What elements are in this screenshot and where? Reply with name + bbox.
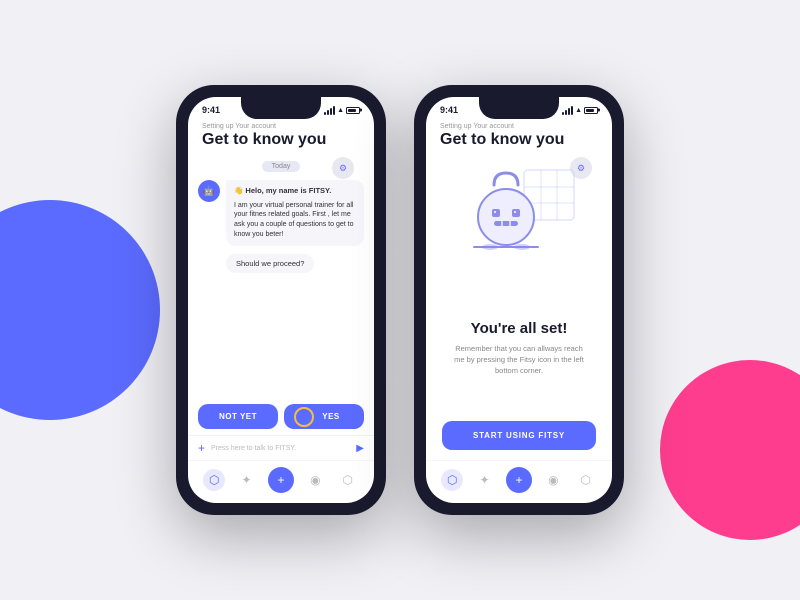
chat-buttons: NOT YET YES <box>188 398 374 435</box>
subtitle-1: Setting up Your account <box>202 123 360 130</box>
nav-dumbbell-2[interactable]: ⬡ <box>441 469 463 491</box>
nav-plus-1[interactable]: + <box>268 467 294 493</box>
bottom-nav-1: ⬡ ✦ + ◉ ⬡ <box>188 460 374 503</box>
date-badge: Today <box>262 161 301 172</box>
send-icon[interactable]: ▶ <box>356 443 364 454</box>
settings-icon-1[interactable]: ⚙ <box>332 157 354 179</box>
complete-title: You're all set! <box>449 320 589 337</box>
blob-blue <box>0 200 160 420</box>
proceed-bubble: Should we proceed? <box>226 254 314 273</box>
screen-2: 9:41 ▲ Setting up Your account <box>426 97 612 503</box>
nav-plus-2[interactable]: + <box>506 467 532 493</box>
nav-bottle-2[interactable]: ◉ <box>542 469 564 491</box>
notch-1 <box>241 97 321 119</box>
yes-button[interactable]: YES <box>284 404 364 429</box>
nav-barbell-2[interactable]: ✦ <box>474 469 496 491</box>
chat-message-greeting: 🤖 👋 Helo, my name is FITSY. I am your vi… <box>198 180 364 246</box>
bottom-nav-2: ⬡ ✦ + ◉ ⬡ <box>426 460 612 503</box>
complete-desc: Remember that you can allways reach me b… <box>449 343 589 377</box>
chat-content: Today 🤖 👋 Helo, my name is FITSY. I am y… <box>188 155 374 398</box>
wifi-icon: ▲ <box>337 107 344 114</box>
status-icons-2: ▲ <box>562 106 598 115</box>
complete-text-group: You're all set! Remember that you can al… <box>449 320 589 377</box>
subtitle-2: Setting up Your account <box>440 123 598 130</box>
notch-2 <box>479 97 559 119</box>
not-yet-button[interactable]: NOT YET <box>198 404 278 429</box>
add-icon[interactable]: + <box>198 441 205 455</box>
yes-ring <box>294 407 314 427</box>
yes-label: YES <box>322 412 340 421</box>
signal-icon <box>324 106 335 115</box>
phones-container: 9:41 ▲ Setting up Your account <box>176 85 624 515</box>
message-body: I am your virtual personal trainer for a… <box>234 201 356 240</box>
screen-header-1: Setting up Your account Get to know you … <box>188 119 374 155</box>
greeting-text: 👋 Helo, my name is FITSY. <box>234 186 356 197</box>
robot-illustration <box>454 165 584 275</box>
nav-bottle-1[interactable]: ◉ <box>304 469 326 491</box>
nav-dumbbell-1[interactable]: ⬡ <box>203 469 225 491</box>
signal-icon-2 <box>562 106 573 115</box>
greeting-bubble: 👋 Helo, my name is FITSY. I am your virt… <box>226 180 364 246</box>
title-1: Get to know you <box>202 131 360 149</box>
completion-content: You're all set! Remember that you can al… <box>426 155 612 460</box>
screen-header-2: Setting up Your account Get to know you … <box>426 119 612 155</box>
bot-avatar: 🤖 <box>198 180 220 202</box>
input-bar: + Press here to talk to FITSY. ▶ <box>188 435 374 460</box>
phone-2: 9:41 ▲ Setting up Your account <box>414 85 624 515</box>
wifi-icon-2: ▲ <box>575 107 582 114</box>
nav-bag-1[interactable]: ⬡ <box>337 469 359 491</box>
status-time-2: 9:41 <box>440 105 458 115</box>
screen-1: 9:41 ▲ Setting up Your account <box>188 97 374 503</box>
status-time-1: 9:41 <box>202 105 220 115</box>
nav-barbell-1[interactable]: ✦ <box>236 469 258 491</box>
title-2: Get to know you <box>440 131 598 149</box>
battery-icon-2 <box>584 107 598 114</box>
input-placeholder[interactable]: Press here to talk to FITSY. <box>211 445 350 452</box>
status-icons-1: ▲ <box>324 106 360 115</box>
start-using-fitsy-button[interactable]: START USING FITSY <box>442 421 596 450</box>
nav-bag-2[interactable]: ⬡ <box>575 469 597 491</box>
phone-1: 9:41 ▲ Setting up Your account <box>176 85 386 515</box>
blob-pink <box>660 360 800 540</box>
battery-icon <box>346 107 360 114</box>
